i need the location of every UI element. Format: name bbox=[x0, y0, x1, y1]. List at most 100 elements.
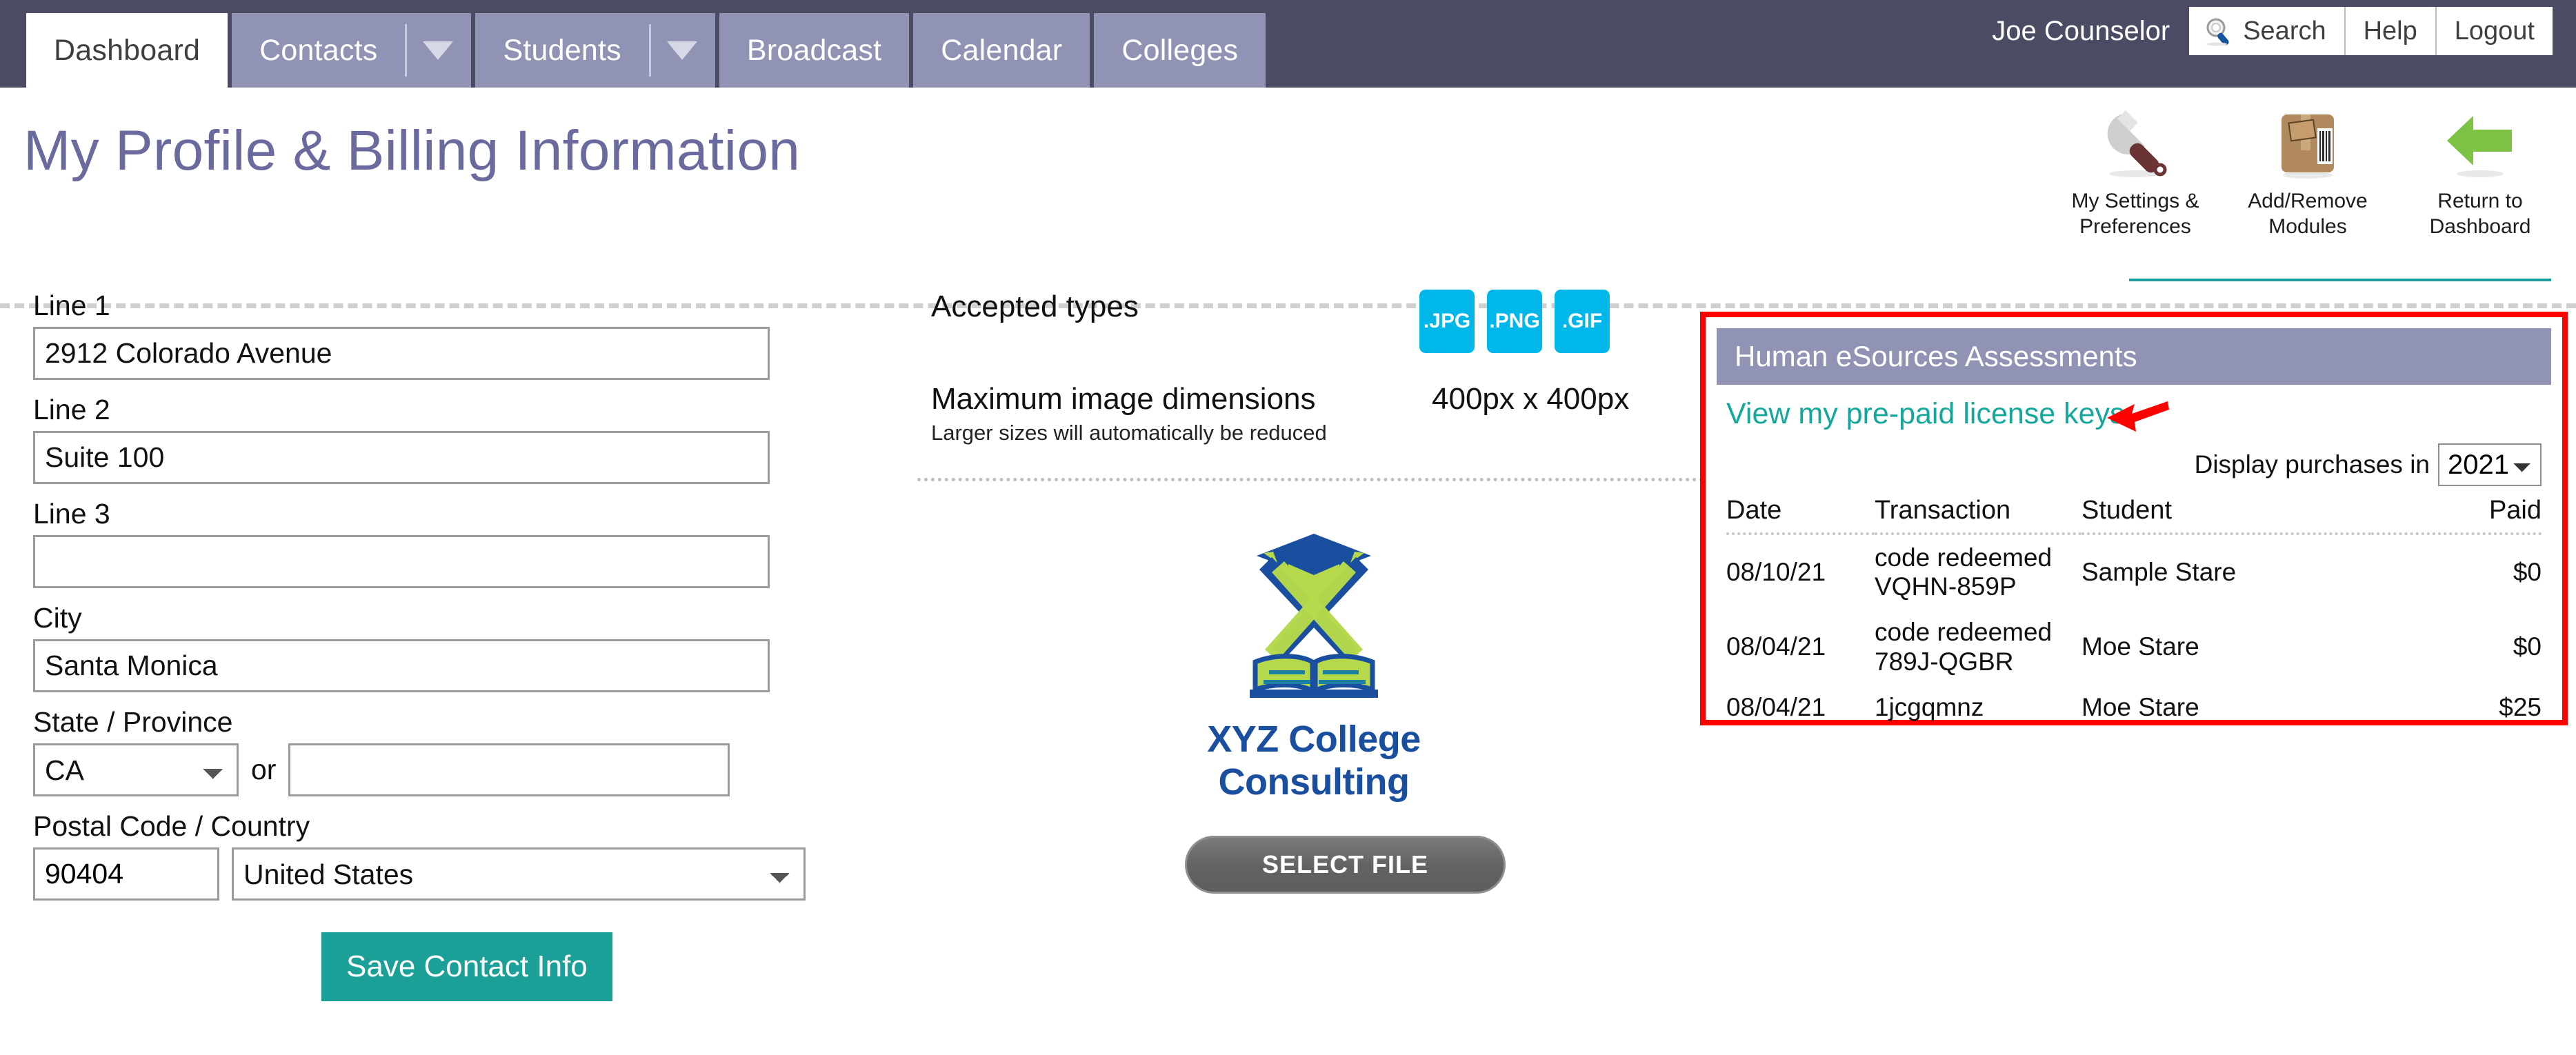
max-dimensions-row: Maximum image dimensions Larger sizes wi… bbox=[931, 382, 1697, 445]
chevron-down-icon-students[interactable] bbox=[648, 13, 715, 88]
max-dimensions-text: Maximum image dimensions Larger sizes wi… bbox=[931, 382, 1414, 445]
state-row: CA or bbox=[33, 743, 806, 796]
help-button-label: Help bbox=[2363, 16, 2417, 46]
postal-country-label: Postal Code / Country bbox=[33, 810, 310, 842]
postal-code-input[interactable] bbox=[33, 847, 219, 901]
cell-transaction-line1: code redeemed bbox=[1875, 618, 2053, 647]
tool-label-line2: Modules bbox=[2268, 214, 2347, 238]
dotted-divider bbox=[917, 478, 1738, 481]
tool-label-line2: Dashboard bbox=[2429, 214, 2531, 238]
top-navigation-bar: Dashboard Contacts Students Broadcast Ca… bbox=[0, 0, 2576, 88]
cell-paid: $0 bbox=[2513, 632, 2542, 661]
table-header-row: Date Transaction Student Paid bbox=[1726, 496, 2542, 535]
line3-input[interactable] bbox=[33, 535, 770, 588]
tab-broadcast[interactable]: Broadcast bbox=[719, 13, 910, 88]
cell-date: 08/04/21 bbox=[1726, 632, 1826, 661]
tab-dashboard-label: Dashboard bbox=[54, 33, 201, 67]
tab-students-label: Students bbox=[503, 33, 621, 67]
state-freetext-input[interactable] bbox=[288, 743, 730, 796]
my-settings-preferences-button[interactable]: My Settings & Preferences bbox=[2049, 102, 2221, 239]
column-header-transaction: Transaction bbox=[1875, 496, 2081, 535]
gif-badge: .GIF bbox=[1555, 290, 1610, 353]
line2-label: Line 2 bbox=[33, 394, 110, 425]
png-badge: .PNG bbox=[1487, 290, 1542, 353]
line1-input[interactable] bbox=[33, 327, 770, 380]
tab-group-students: Students bbox=[475, 0, 715, 88]
display-purchases-row: Display purchases in 2021 bbox=[1726, 443, 2542, 486]
tab-broadcast-label: Broadcast bbox=[746, 33, 882, 67]
table-row: 08/10/21 code redeemed VQHN-859P Sample … bbox=[1726, 534, 2542, 610]
purchase-year-select[interactable]: 2021 bbox=[2438, 443, 2542, 486]
state-label: State / Province bbox=[33, 706, 233, 738]
tab-group-contacts: Contacts bbox=[232, 0, 472, 88]
column-header-student: Student bbox=[2081, 496, 2371, 535]
red-left-arrow-icon bbox=[2104, 397, 2170, 438]
tab-colleges-label: Colleges bbox=[1121, 33, 1239, 67]
cell-transaction: code redeemed 789J-QGBR bbox=[1875, 610, 2081, 684]
city-input[interactable] bbox=[33, 639, 770, 692]
tab-colleges[interactable]: Colleges bbox=[1094, 13, 1266, 88]
display-purchases-label: Display purchases in bbox=[2194, 450, 2430, 479]
purchases-table: Date Transaction Student Paid 08/10/21 c… bbox=[1726, 496, 2542, 730]
cell-transaction-line1: code redeemed bbox=[1875, 543, 2053, 572]
cell-transaction: code redeemed VQHN-859P bbox=[1875, 534, 2081, 610]
cell-date: 08/10/21 bbox=[1726, 558, 1826, 587]
tab-contacts[interactable]: Contacts bbox=[232, 13, 406, 88]
logout-button-label: Logout bbox=[2454, 16, 2535, 46]
help-button[interactable]: Help bbox=[2345, 7, 2437, 55]
state-or-label: or bbox=[251, 754, 277, 785]
current-user-name: Joe Counselor bbox=[1992, 15, 2170, 46]
view-license-keys-link[interactable]: View my pre-paid license keys bbox=[1726, 397, 2125, 431]
top-right-controls: Joe Counselor Search Help Logout bbox=[1992, 4, 2553, 58]
human-esources-assessments-panel: Human eSources Assessments View my pre-p… bbox=[1700, 312, 2568, 725]
cell-transaction: 1jcgqmnz bbox=[1875, 692, 1984, 721]
tab-calendar-label: Calendar bbox=[941, 33, 1063, 67]
tab-students[interactable]: Students bbox=[475, 13, 649, 88]
cell-student: Moe Stare bbox=[2081, 692, 2199, 721]
cell-paid: $0 bbox=[2513, 558, 2542, 587]
package-box-icon bbox=[2269, 102, 2346, 185]
line3-label: Line 3 bbox=[33, 498, 110, 530]
save-contact-info-button[interactable]: Save Contact Info bbox=[321, 932, 612, 1001]
accepted-types-text: Accepted types bbox=[931, 290, 1414, 324]
column-header-paid: Paid bbox=[2371, 496, 2542, 535]
return-to-dashboard-button[interactable]: Return to Dashboard bbox=[2394, 102, 2566, 239]
tool-label-line1: Add/Remove bbox=[2248, 190, 2368, 212]
tool-label-line1: Return to bbox=[2437, 190, 2523, 212]
cell-transaction-line2: 789J-QGBR bbox=[1875, 647, 2014, 676]
chevron-down-icon-contacts[interactable] bbox=[405, 13, 472, 88]
table-row: 08/04/21 1jcgqmnz Moe Stare $25 bbox=[1726, 685, 2542, 730]
tab-calendar[interactable]: Calendar bbox=[913, 13, 1090, 88]
graduation-cap-books-logo-icon bbox=[1250, 534, 1378, 698]
teal-divider bbox=[2129, 279, 2551, 281]
column-header-date: Date bbox=[1726, 496, 1875, 535]
chevron-down-glyph bbox=[423, 41, 454, 60]
search-button-label: Search bbox=[2243, 16, 2326, 46]
city-label: City bbox=[33, 602, 82, 634]
magnifier-icon bbox=[2203, 15, 2235, 47]
country-select[interactable]: United States bbox=[232, 847, 806, 901]
page-action-toolbar: My Settings & Preferences Add/Remove Mod… bbox=[2049, 102, 2566, 239]
file-type-badges: .JPG .PNG .GIF bbox=[1419, 290, 1610, 353]
line1-label: Line 1 bbox=[33, 290, 110, 321]
tool-label-line2: Preferences bbox=[2079, 214, 2191, 238]
image-upload-section: Accepted types .JPG .PNG .GIF Maximum im… bbox=[931, 290, 1697, 445]
accepted-types-label: Accepted types bbox=[931, 290, 1139, 323]
max-dimensions-value: 400px x 400px bbox=[1432, 382, 1630, 416]
max-dimensions-label: Maximum image dimensions bbox=[931, 382, 1316, 416]
max-dimensions-note: Larger sizes will automatically be reduc… bbox=[931, 421, 1327, 445]
cell-transaction-line2: VQHN-859P bbox=[1875, 572, 2017, 601]
address-form: Line 1 Line 2 Line 3 City State / Provin… bbox=[33, 290, 806, 1001]
tab-dashboard[interactable]: Dashboard bbox=[26, 13, 228, 88]
cell-date: 08/04/21 bbox=[1726, 692, 1826, 721]
state-select[interactable]: CA bbox=[33, 743, 239, 796]
cell-student: Sample Stare bbox=[2081, 558, 2237, 587]
page-title: My Profile & Billing Information bbox=[23, 119, 801, 182]
add-remove-modules-button[interactable]: Add/Remove Modules bbox=[2221, 102, 2394, 239]
organization-logo: XYZ College Consulting bbox=[1131, 524, 1497, 803]
select-file-button[interactable]: SELECT FILE bbox=[1185, 836, 1506, 894]
line2-input[interactable] bbox=[33, 431, 770, 484]
search-button[interactable]: Search bbox=[2189, 7, 2346, 55]
logout-button[interactable]: Logout bbox=[2436, 7, 2553, 55]
organization-logo-name: XYZ College Consulting bbox=[1207, 719, 1421, 803]
